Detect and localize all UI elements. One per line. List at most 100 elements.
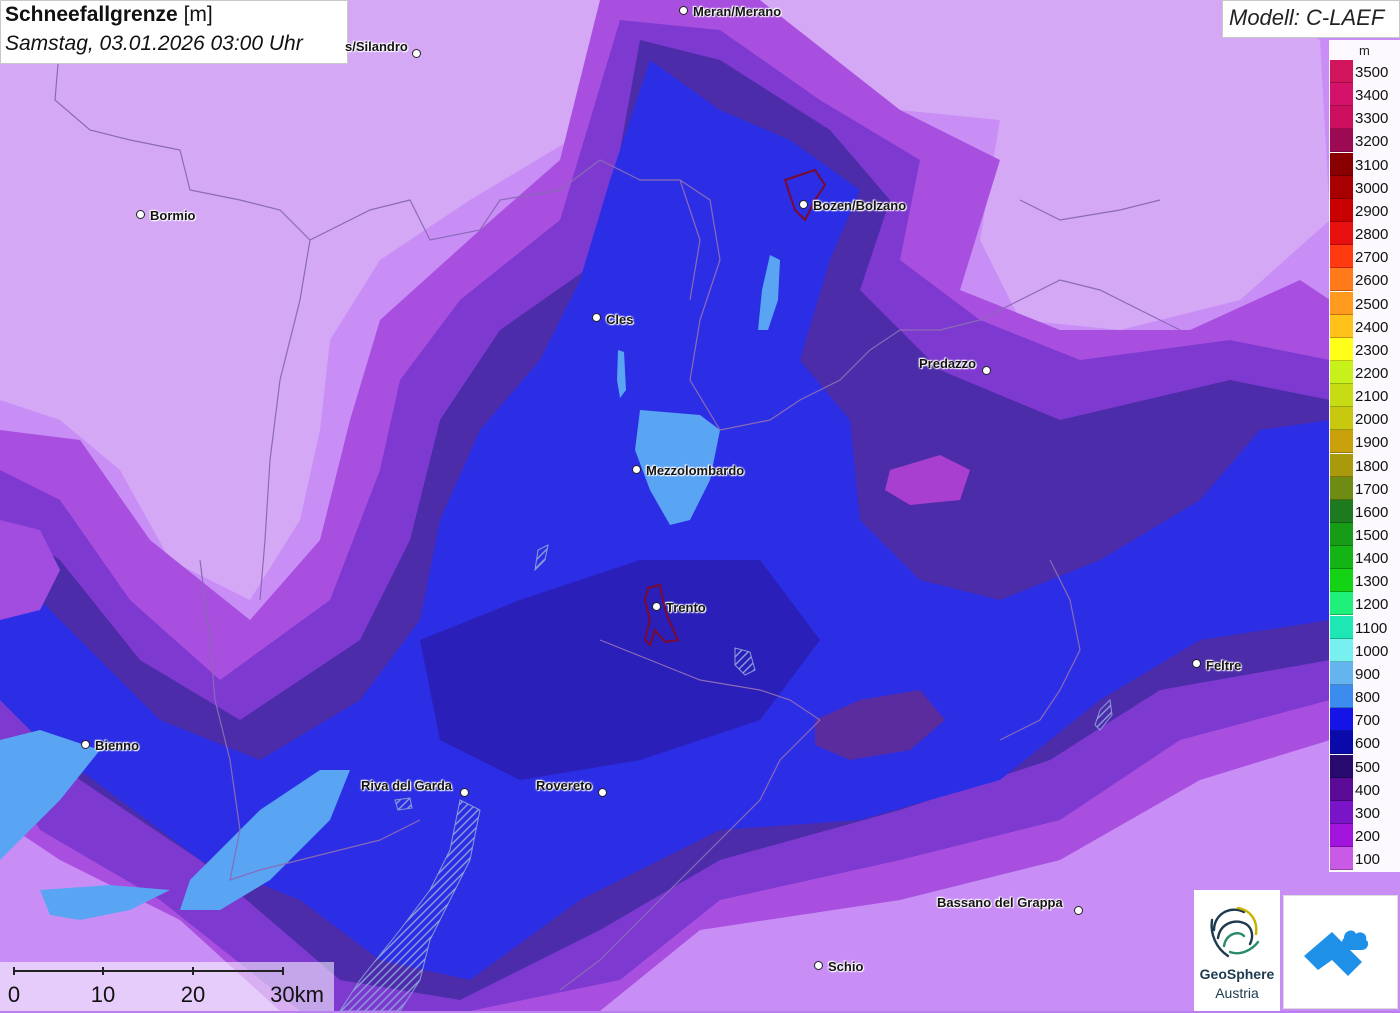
city-label[interactable]: Feltre [1206, 658, 1241, 673]
legend-entry: 1800 [1329, 453, 1400, 477]
legend-entry: 700 [1329, 708, 1400, 732]
city-label[interactable]: s/Silandro [345, 39, 408, 54]
legend-label: 3200 [1355, 133, 1389, 151]
legend-swatch [1330, 754, 1353, 778]
city-marker[interactable] [799, 200, 808, 209]
legend-unit: m [1359, 43, 1370, 58]
legend-entry: 900 [1329, 661, 1400, 685]
legend-swatch [1330, 129, 1353, 153]
legend-swatch [1330, 83, 1353, 107]
weather-app-logo[interactable] [1283, 895, 1398, 1009]
snowfall-map[interactable] [0, 0, 1400, 1011]
legend-swatch [1330, 360, 1353, 384]
legend-label: 2100 [1355, 388, 1389, 406]
legend-swatch [1330, 152, 1353, 176]
title-box: Schneefallgrenze [m] Samstag, 03.01.2026… [0, 0, 348, 64]
scale-tick-0: 0 [7, 982, 21, 1007]
legend-swatch [1330, 847, 1353, 871]
legend-entry: 2500 [1329, 291, 1400, 315]
legend-entry: 2400 [1329, 314, 1400, 338]
city-label[interactable]: Trento [666, 600, 706, 615]
legend-label: 2800 [1355, 226, 1389, 244]
city-marker[interactable] [982, 366, 991, 375]
weather-app-icon [1304, 930, 1369, 976]
legend-entry: 1700 [1329, 476, 1400, 500]
legend-label: 300 [1355, 804, 1381, 822]
legend-entry: 3000 [1329, 175, 1400, 199]
map-title-unit: [m] [177, 3, 213, 26]
city-label[interactable]: Predazzo [919, 356, 976, 371]
city-label[interactable]: Rovereto [536, 778, 592, 793]
legend-entry: 2100 [1329, 384, 1400, 408]
legend-entry: 3200 [1329, 129, 1400, 153]
legend-label: 2400 [1355, 318, 1389, 336]
legend-entry: 1400 [1329, 546, 1400, 570]
city-marker[interactable] [412, 49, 421, 58]
legend-entry: 2900 [1329, 198, 1400, 222]
legend-swatch [1330, 546, 1353, 570]
legend-entry: 3400 [1329, 83, 1400, 107]
city-label[interactable]: Schio [828, 959, 863, 974]
legend-label: 200 [1355, 827, 1381, 845]
legend-entry: 2300 [1329, 337, 1400, 361]
legend-entry: 500 [1329, 754, 1400, 778]
city-label[interactable]: Bassano del Grappa [937, 895, 1063, 910]
city-marker[interactable] [679, 6, 688, 15]
geosphere-logo[interactable]: GeoSphere Austria [1194, 890, 1280, 1011]
scale-tick-20: 20 [180, 982, 206, 1007]
legend-swatch [1330, 569, 1353, 593]
city-marker[interactable] [460, 788, 469, 797]
legend-entry: 3500 [1329, 60, 1400, 83]
city-marker[interactable] [652, 602, 661, 611]
lake-small-riva [394, 797, 413, 811]
legend-entry: 3100 [1329, 152, 1400, 176]
legend-label: 1100 [1355, 619, 1388, 637]
legend-label: 1000 [1355, 642, 1389, 660]
legend-label: 400 [1355, 781, 1381, 799]
legend-label: 3500 [1355, 64, 1389, 81]
legend-label: 800 [1355, 689, 1381, 707]
geosphere-country: Austria [1215, 985, 1259, 1001]
legend-label: 3100 [1355, 156, 1389, 174]
geosphere-name: GeoSphere [1199, 966, 1275, 982]
city-label[interactable]: Mezzolombardo [646, 463, 744, 478]
scale-bar: 0 10 20 30km [0, 962, 334, 1011]
city-label[interactable]: Cles [606, 312, 633, 327]
legend-entry: 1200 [1329, 592, 1400, 616]
legend-swatch [1330, 708, 1353, 732]
city-marker[interactable] [598, 788, 607, 797]
city-marker[interactable] [632, 465, 641, 474]
legend-entry: 400 [1329, 777, 1400, 801]
city-marker[interactable] [81, 740, 90, 749]
geosphere-emblem-icon [1210, 906, 1260, 958]
legend-swatch [1330, 777, 1353, 801]
legend-swatch [1330, 407, 1353, 431]
legend-label: 2900 [1355, 202, 1389, 220]
legend-swatch [1330, 106, 1353, 130]
legend-label: 2700 [1355, 249, 1389, 267]
city-label[interactable]: Bormio [150, 208, 196, 223]
legend-label: 2200 [1355, 364, 1389, 382]
legend-entry: 2000 [1329, 407, 1400, 431]
map-datetime: Samstag, 03.01.2026 03:00 Uhr [5, 32, 303, 55]
scale-tick-10: 10 [90, 982, 116, 1007]
legend-label: 1600 [1355, 503, 1389, 521]
city-marker[interactable] [592, 313, 601, 322]
legend-label: 2500 [1355, 295, 1389, 313]
legend-entry: 1600 [1329, 499, 1400, 523]
city-label[interactable]: Bozen/Bolzano [813, 198, 906, 213]
city-label[interactable]: Riva del Garda [361, 778, 452, 793]
city-label[interactable]: Meran/Merano [693, 4, 781, 19]
city-marker[interactable] [1192, 659, 1201, 668]
city-label[interactable]: Bienno [95, 738, 139, 753]
legend-swatch [1330, 198, 1353, 222]
legend-swatch [1330, 523, 1353, 546]
city-marker[interactable] [1074, 906, 1083, 915]
legend-entry: 2800 [1329, 222, 1400, 246]
legend-label: 1300 [1355, 573, 1389, 591]
legend-label: 100 [1355, 851, 1381, 869]
city-marker[interactable] [814, 961, 823, 970]
map-title: Schneefallgrenze [m] [5, 3, 213, 27]
legend-swatch [1330, 638, 1353, 662]
city-marker[interactable] [136, 210, 145, 219]
